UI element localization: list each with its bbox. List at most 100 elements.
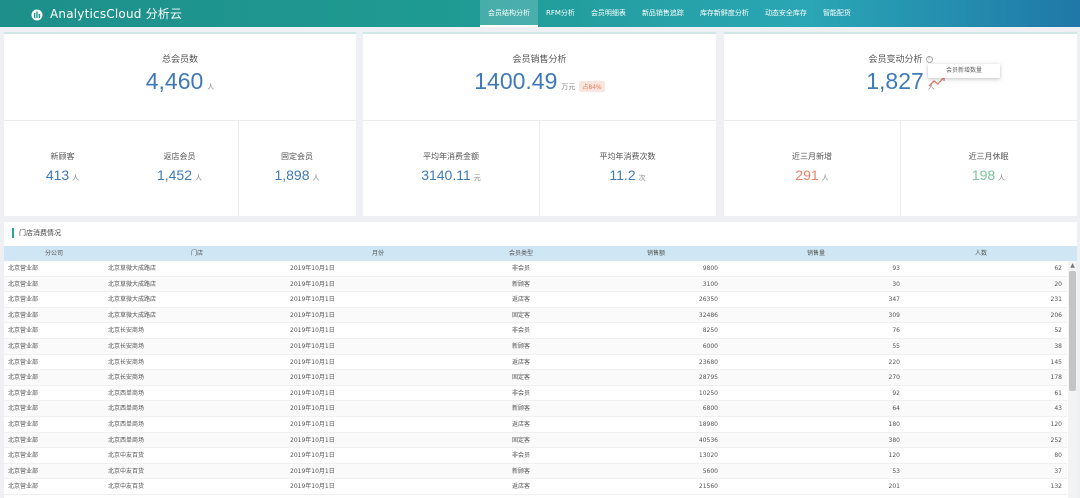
section-title: 门店消费情况 <box>12 228 61 238</box>
table-cell: 北京营业部 <box>8 358 39 366</box>
table-cell: 120 <box>888 452 900 460</box>
table-cell: 43 <box>1054 405 1062 413</box>
table-cell: 206 <box>1050 311 1062 319</box>
table-cell: 非会员 <box>511 265 530 272</box>
table-cell: 9800 <box>702 265 718 272</box>
table-cell: 53 <box>892 467 900 475</box>
sub-unit: 人 <box>821 174 829 182</box>
table-body: 北京营业部 北京草微大成路店 2019年10月1日 非会员 9800 93 62 北京营业部北… <box>4 261 1067 498</box>
table-cell: 北京西单商场 <box>108 389 145 397</box>
column-header[interactable]: 销售量 <box>736 246 896 261</box>
table-cell: 6800 <box>702 405 718 413</box>
table-cell: 固定客 <box>511 436 530 444</box>
table-row[interactable]: 北京营业部 北京草微大成路店 2019年10月1日 新顾客 3100 30 20 <box>4 276 1067 293</box>
nav-rfm[interactable]: RFM分析 <box>538 0 583 27</box>
top-bar: AnalyticsCloud 分析云 会员结构分析 RFM分析 会员明细表 新品… <box>0 0 1080 27</box>
table-cell: 返店客 <box>511 296 530 304</box>
vertical-scrollbar[interactable]: ▲ <box>1068 261 1077 498</box>
column-header[interactable]: 门店 <box>104 246 290 261</box>
table-cell: 76 <box>892 327 900 335</box>
tooltip: 会员新增数量 <box>928 64 1000 78</box>
table-cell: 2019年10月1日 <box>290 265 335 272</box>
logo[interactable]: AnalyticsCloud 分析云 <box>30 0 182 27</box>
column-header[interactable]: 会员类型 <box>466 246 576 261</box>
sub-label: 返店会员 <box>163 152 196 161</box>
table-row[interactable]: 北京营业部 北京中友百货 2019年10月1日 返店客 21560 201 132 <box>4 479 1067 495</box>
table-cell: 2019年10月1日 <box>290 296 335 304</box>
member-change-panel: 会员变动分析? 1,827 人 会员新增数量 近三月新增 291 人 近三月休眠 1… <box>724 32 1077 216</box>
column-header[interactable]: 销售额 <box>576 246 736 261</box>
help-icon[interactable]: ? <box>925 56 933 63</box>
table-cell: 返店客 <box>511 420 530 428</box>
table-cell: 201 <box>888 483 900 491</box>
table-cell: 80 <box>1054 452 1062 460</box>
nav-member-detail[interactable]: 会员明细表 <box>583 0 634 27</box>
table-cell: 北京草微大成路店 <box>108 296 157 304</box>
table-cell: 北京西单商场 <box>108 420 145 428</box>
table-header: 分公司 门店 月份 会员类型 销售额 销售量 人数 <box>4 246 1077 261</box>
table-cell: 北京长安商场 <box>108 327 145 335</box>
sub-label: 新顾客 <box>50 152 75 161</box>
nav-smart-allocation[interactable]: 智能配货 <box>815 0 859 27</box>
table-cell: 28795 <box>698 374 718 382</box>
sub-label: 近三月新增 <box>792 152 832 161</box>
table-cell: 5600 <box>702 467 718 475</box>
sub-unit: 人 <box>72 174 80 182</box>
scroll-up-icon[interactable]: ▲ <box>1069 262 1076 269</box>
store-consumption-section: 门店消费情况 分公司 门店 月份 会员类型 销售额 销售量 人数 北京营业部 北京… <box>4 222 1077 498</box>
table-row[interactable]: 北京营业部 北京中友百货 2019年10月1日 新顾客 5600 53 37 <box>4 463 1067 480</box>
table-cell: 231 <box>1050 296 1062 304</box>
table-cell: 40536 <box>698 436 718 444</box>
table-cell: 220 <box>888 358 900 366</box>
table-row[interactable]: 北京营业部 北京中友百货 2019年10月1日 非会员 13020 120 80 <box>4 448 1067 464</box>
nav-safety-stock[interactable]: 动态安全库存 <box>757 0 815 27</box>
table-cell: 178 <box>1050 374 1062 382</box>
column-header[interactable]: 月份 <box>290 246 466 261</box>
table-cell: 120 <box>1050 420 1062 428</box>
sub-number: 291 <box>795 167 819 183</box>
table-cell: 2019年10月1日 <box>290 467 335 475</box>
table-cell: 新顾客 <box>511 342 530 350</box>
table-cell: 21560 <box>698 483 718 491</box>
table-row[interactable]: 北京营业部 北京长安商场 2019年10月1日 返店客 23680 220 145 <box>4 355 1067 371</box>
table-row[interactable]: 北京营业部 北京长安商场 2019年10月1日 新顾客 6000 55 38 <box>4 338 1067 355</box>
table-cell: 北京营业部 <box>8 483 39 491</box>
table-cell: 非会员 <box>511 389 530 397</box>
scroll-thumb[interactable] <box>1069 271 1076 391</box>
column-header[interactable]: 人数 <box>896 246 1066 261</box>
column-header[interactable]: 分公司 <box>4 246 104 261</box>
table-row[interactable]: 北京营业部 北京草微大成路店 2019年10月1日 返店客 26350 347 231 <box>4 292 1067 308</box>
nav-new-product[interactable]: 新品销售追踪 <box>634 0 692 27</box>
sub-value: 1,452 人 <box>121 167 238 183</box>
table-cell: 2019年10月1日 <box>290 420 335 428</box>
table-cell: 62 <box>1054 265 1062 272</box>
table-cell: 2019年10月1日 <box>290 311 335 319</box>
table-row[interactable]: 北京营业部 北京长安商场 2019年10月1日 非会员 8250 76 52 <box>4 323 1067 339</box>
table-cell: 北京营业部 <box>8 265 39 272</box>
table-row[interactable]: 北京营业部 北京西单商场 2019年10月1日 非会员 10250 92 61 <box>4 386 1067 402</box>
kpi-value: 1,827 人 <box>724 68 1077 95</box>
panel-head: 会员销售分析 1400.49 万元 占84% <box>363 32 716 120</box>
table-row[interactable]: 北京营业部 北京西单商场 2019年10月1日 返店客 18980 180 120 <box>4 417 1067 433</box>
table-cell: 2019年10月1日 <box>290 374 335 382</box>
table-row[interactable]: 北京营业部 北京草微大成路店 2019年10月1日 非会员 9800 93 62 <box>4 261 1067 277</box>
table-cell: 2019年10月1日 <box>290 280 335 288</box>
sub-number: 11.2 <box>609 167 636 183</box>
section-title-text: 门店消费情况 <box>19 229 61 237</box>
table-cell: 北京营业部 <box>8 420 39 428</box>
nav-member-structure[interactable]: 会员结构分析 <box>480 0 538 27</box>
table-cell: 37 <box>1054 467 1062 475</box>
table-cell: 347 <box>888 296 900 304</box>
panel-title: 会员销售分析 <box>512 55 567 65</box>
nav-inventory-freshness[interactable]: 库存新鲜度分析 <box>692 0 757 27</box>
sub-unit: 人 <box>195 174 203 182</box>
table-row[interactable]: 北京营业部 北京西单商场 2019年10月1日 固定客 40536 380 252 <box>4 432 1067 449</box>
table-row[interactable]: 北京营业部 北京草微大成路店 2019年10月1日 固定客 32486 309 206 <box>4 307 1067 324</box>
table-cell: 2019年10月1日 <box>290 327 335 335</box>
sub-unit: 人 <box>998 174 1006 182</box>
sub-label: 固定会员 <box>281 152 313 161</box>
table-cell: 北京中友百货 <box>108 452 145 460</box>
table-cell: 返店客 <box>511 483 530 491</box>
table-row[interactable]: 北京营业部 北京西单商场 2019年10月1日 新顾客 6800 64 43 <box>4 401 1067 417</box>
table-row[interactable]: 北京营业部 北京长安商场 2019年10月1日 固定客 28795 270 178 <box>4 370 1067 386</box>
